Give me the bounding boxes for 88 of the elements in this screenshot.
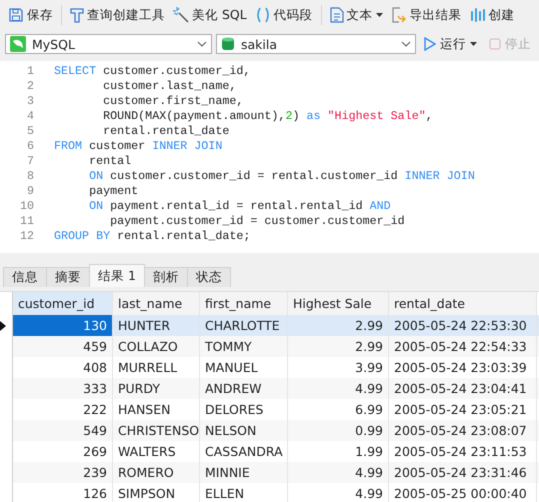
column-header[interactable]: rental_date [389, 292, 537, 315]
toolbar-button[interactable]: 文本 [326, 4, 387, 26]
column-header[interactable]: Highest Sale [288, 292, 389, 315]
line-number: 8 [26, 169, 35, 184]
table-cell: 459 [13, 336, 113, 357]
column-header[interactable]: last_name [113, 292, 200, 315]
export-icon [390, 7, 407, 23]
toolbar-button[interactable]: 查询创建工具 [66, 4, 169, 26]
code-line: payment [88, 184, 138, 199]
table-cell: 126 [13, 483, 113, 502]
run-button[interactable]: 运行 [420, 34, 481, 54]
table-cell: 333 [13, 378, 113, 399]
code-line: rental [88, 154, 132, 169]
table-cell: TOMMY [200, 336, 288, 357]
table-cell: 2005-05-24 22:54:33 [389, 336, 537, 357]
table-cell: NELSON [200, 420, 288, 441]
result-tab[interactable]: 信息 [3, 267, 47, 287]
result-tab[interactable]: 状态 [186, 267, 231, 287]
table-cell: 4.99 [288, 462, 389, 483]
table-cell: 4.99 [288, 378, 389, 399]
line-number: 3 [26, 94, 35, 109]
magic-wand-icon [173, 7, 189, 23]
code-line: ON payment.rental_id = rental.rental_id AND [88, 199, 391, 214]
line-number: 2 [26, 79, 35, 94]
column-header[interactable]: first_name [200, 292, 288, 315]
line-number: 9 [26, 184, 35, 199]
chevron-down-icon [197, 41, 207, 47]
line-number: 11 [18, 214, 35, 229]
result-tab[interactable]: 剖析 [144, 267, 188, 287]
line-number: 12 [18, 229, 35, 244]
table-cell: 239 [13, 462, 113, 483]
toolbar-button[interactable]: 保存 [4, 4, 57, 26]
document-icon [330, 7, 344, 23]
toolbar-button[interactable]: 导出结果 [386, 4, 466, 26]
code-line: FROM customer INNER JOIN [54, 139, 222, 154]
database-icon [221, 36, 235, 52]
square-icon [489, 38, 501, 50]
table-row[interactable]: 130 HUNTER CHARLOTTE 2.99 2005-05-24 22:53:30 [0, 315, 539, 336]
table-cell: 0.99 [288, 420, 389, 441]
code-line: SELECT customer.customer_id, [54, 64, 250, 79]
table-row[interactable]: 459 COLLAZO TOMMY 2.99 2005-05-24 22:54:33 [0, 336, 539, 357]
table-cell: PURDY [113, 378, 200, 399]
result-tab[interactable]: 摘要 [46, 267, 90, 287]
code-line: customer.last_name, [102, 79, 236, 94]
code-line: GROUP BY rental.rental_date; [54, 229, 250, 244]
table-cell: 549 [13, 420, 113, 441]
table-row[interactable]: 239 ROMERO MINNIE 4.99 2005-05-24 23:31:46 [0, 462, 539, 483]
code-line: ROUND(MAX(payment.amount),2) as "Highest Sale", [102, 109, 433, 124]
table-cell: 130 [13, 315, 113, 336]
table-row[interactable]: 333 PURDY ANDREW 4.99 2005-05-24 23:04:41 [0, 378, 539, 399]
table-cell: MINNIE [200, 462, 288, 483]
line-number: 5 [26, 124, 35, 139]
parentheses-icon [254, 7, 271, 23]
table-cell: 2005-05-25 00:00:40 [389, 483, 537, 502]
play-icon [424, 37, 436, 51]
code-line: customer.first_name, [102, 94, 244, 109]
code-line: rental.rental_date [102, 124, 230, 139]
line-number: 7 [26, 154, 35, 169]
caret-icon [470, 42, 477, 46]
code-line: payment.customer_id = customer.customer_id [109, 214, 405, 229]
table-cell: CHRISTENSO [113, 420, 200, 441]
result-tab[interactable]: 结果 1 [89, 264, 145, 287]
table-row[interactable]: 126 SIMPSON ELLEN 4.99 2005-05-25 00:00:40 [0, 483, 539, 502]
connection-dropdown[interactable]: MySQL [5, 34, 212, 54]
toolbar-button[interactable]: 创建 [466, 4, 519, 26]
line-number: 10 [18, 199, 35, 214]
row-pointer-icon [0, 320, 6, 330]
table-cell: 2005-05-24 23:04:41 [389, 378, 537, 399]
code-line: ON customer.customer_id = rental.customer_id INNER JOIN [88, 169, 475, 184]
table-cell: COLLAZO [113, 336, 200, 357]
database-dropdown[interactable]: sakila [216, 34, 416, 54]
line-number: 6 [26, 139, 35, 154]
column-header[interactable]: customer_id [13, 292, 113, 315]
toolbar-button[interactable]: 美化 SQL [169, 4, 251, 26]
line-number: 1 [26, 64, 35, 79]
table-cell: ANDREW [200, 378, 288, 399]
table-cell: 4.99 [288, 483, 389, 502]
table-row[interactable]: 549 CHRISTENSO NELSON 0.99 2005-05-24 23:08:07 [0, 420, 539, 441]
chevron-down-icon [401, 41, 411, 47]
line-number: 4 [26, 109, 35, 124]
table-cell: 2005-05-24 23:31:46 [389, 462, 537, 483]
table-cell: 2.99 [288, 336, 389, 357]
table-cell: 2005-05-24 23:08:07 [389, 420, 537, 441]
table-cell: ROMERO [113, 462, 200, 483]
table-cell: SIMPSON [113, 483, 200, 502]
table-cell: ELLEN [200, 483, 288, 502]
bar-chart-icon [470, 7, 486, 23]
toolbar-button[interactable]: 代码段 [250, 4, 317, 26]
